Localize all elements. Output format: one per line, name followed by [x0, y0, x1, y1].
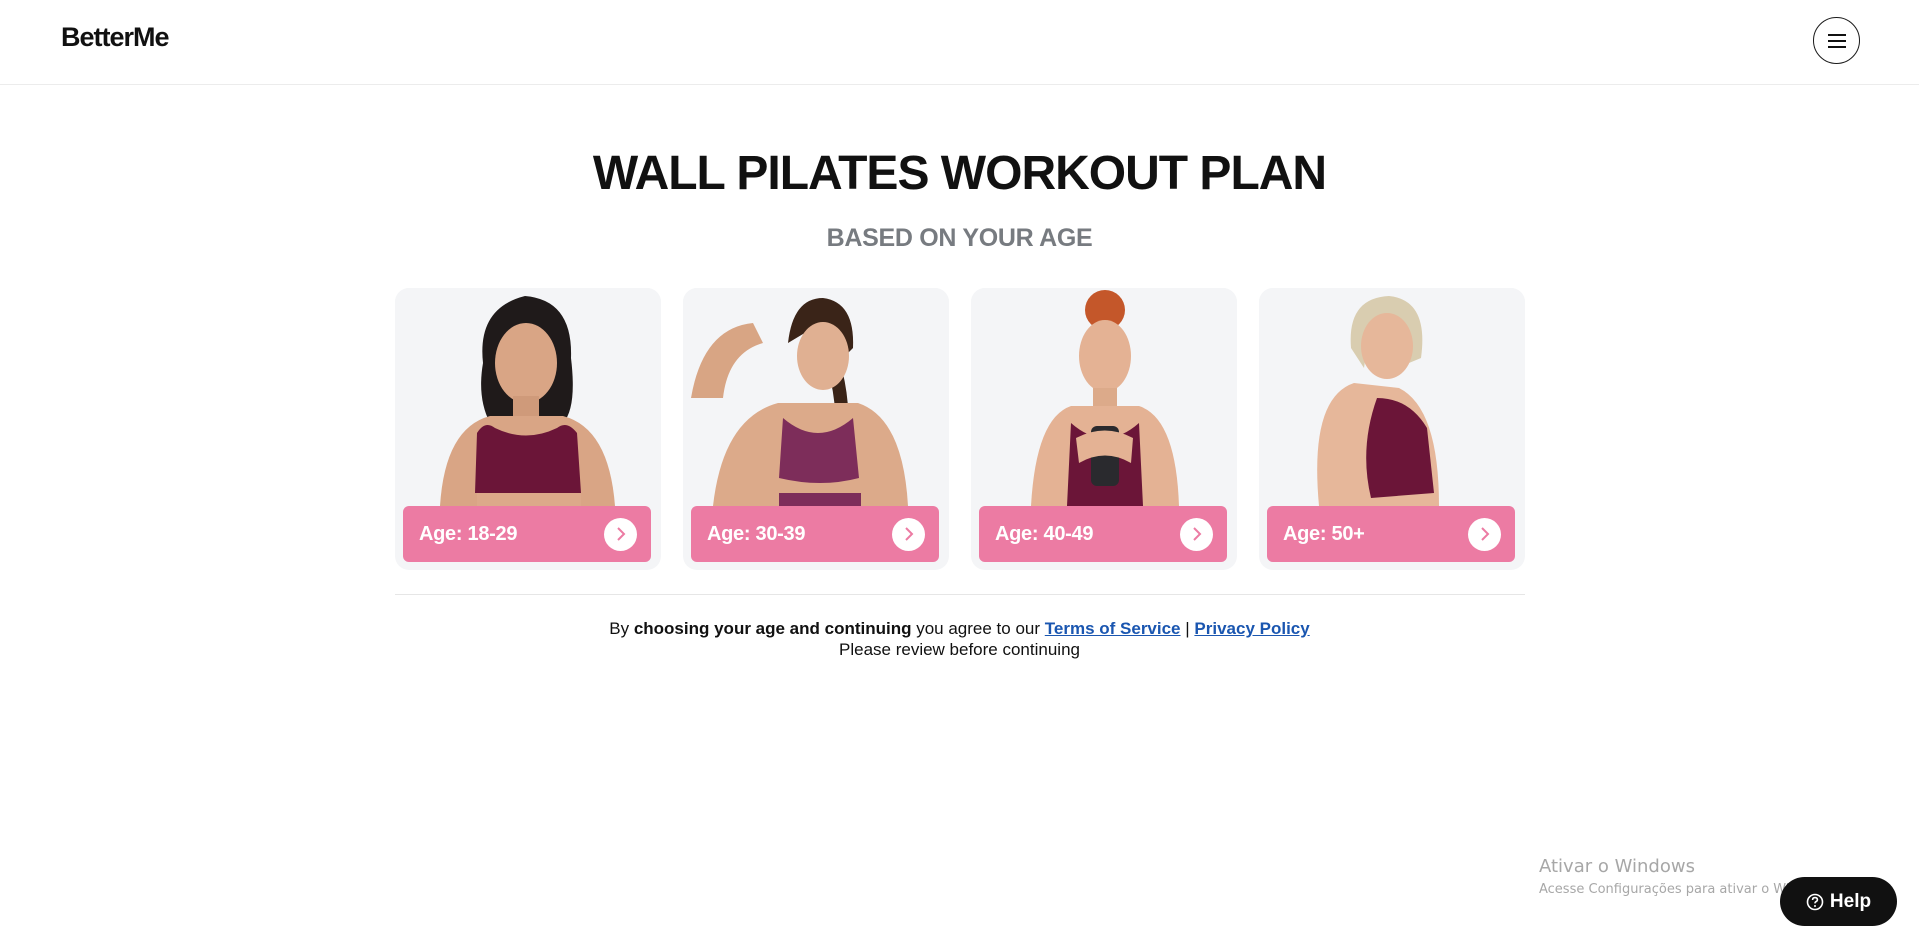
question-circle-icon: [1806, 893, 1824, 910]
age-30-39-button[interactable]: Age: 30-39: [691, 506, 939, 562]
legal-prefix: By: [609, 619, 634, 638]
legal-bold-text: choosing your age and continuing: [633, 619, 912, 638]
age-40-49-button[interactable]: Age: 40-49: [979, 506, 1227, 562]
legal-line-1: By choosing your age and continuing you …: [0, 618, 1919, 639]
age-label: Age: 18-29: [419, 522, 518, 545]
woman-photo: [1259, 288, 1525, 506]
terms-of-service-link[interactable]: Terms of Service: [1045, 619, 1181, 638]
age-label: Age: 40-49: [995, 522, 1094, 545]
age-50-plus-button[interactable]: Age: 50+: [1267, 506, 1515, 562]
page-title: WALL PILATES WORKOUT PLAN: [592, 147, 1327, 200]
age-selection-grid: Age: 18-29 Age: 30-39 Age: 40-49 Age: 50…: [395, 288, 1525, 570]
age-card-40-49[interactable]: Age: 40-49: [971, 288, 1237, 570]
betterme-logo[interactable]: BetterMe: [61, 22, 170, 53]
chevron-right-icon: [604, 517, 637, 551]
age-card-30-39[interactable]: Age: 30-39: [683, 288, 949, 570]
woman-photo: [395, 288, 661, 506]
age-label: Age: 50+: [1283, 522, 1365, 545]
chevron-right-icon: [892, 517, 925, 551]
legal-separator: |: [1180, 619, 1195, 638]
age-card-50-plus[interactable]: Age: 50+: [1259, 288, 1525, 570]
help-button[interactable]: Help: [1780, 877, 1897, 926]
legal-line-2: Please review before continuing: [839, 640, 1080, 659]
age-label: Age: 30-39: [707, 522, 806, 545]
page-subtitle: BASED ON YOUR AGE: [826, 224, 1093, 252]
top-bar: BetterMe: [0, 0, 1919, 85]
age-18-29-button[interactable]: Age: 18-29: [403, 506, 651, 562]
legal-middle: you agree to our: [911, 619, 1045, 638]
divider: [395, 594, 1525, 595]
privacy-policy-link[interactable]: Privacy Policy: [1194, 619, 1309, 638]
chevron-right-icon: [1180, 517, 1213, 551]
legal-notice: By choosing your age and continuing you …: [0, 618, 1919, 660]
age-card-18-29[interactable]: Age: 18-29: [395, 288, 661, 570]
hamburger-menu-icon: [1827, 33, 1846, 48]
chevron-right-icon: [1468, 517, 1501, 551]
menu-button[interactable]: [1813, 17, 1860, 64]
watermark-title: Ativar o Windows: [1539, 856, 1695, 877]
help-label: Help: [1829, 890, 1872, 912]
woman-photo: [971, 288, 1237, 506]
woman-photo: [683, 288, 949, 506]
